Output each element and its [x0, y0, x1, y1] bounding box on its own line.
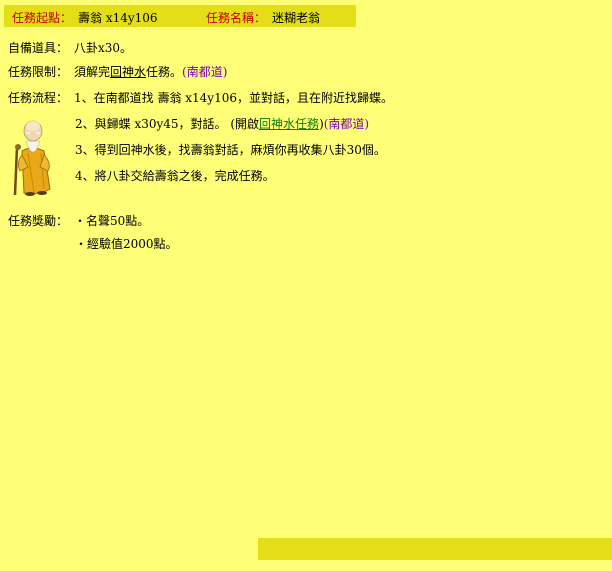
flow-row: 任務流程： 1、在南都道找 壽翁 x14y106，並對話，且在附近找歸蝶。	[8, 91, 393, 106]
flow-step-4: 4、將八卦交給壽翁之後，完成任務。	[75, 169, 275, 183]
quest-name-value: 迷糊老翁	[272, 11, 321, 25]
reward-item-fame: ・名聲50點。	[74, 214, 150, 228]
flow-step-2: 2、與歸蝶 x30y45，對話。 (開啟回神水任務)(南都道)	[75, 117, 369, 132]
prep-items-row: 自備道具： 八卦x30。	[8, 41, 132, 56]
restriction-suffix: 任務。	[146, 65, 183, 79]
restriction-row: 任務限制： 須解完回神水任務。(南都道)	[8, 65, 227, 80]
flow-step-3: 3、得到回神水後，找壽翁對話，麻煩你再收集八卦30個。	[75, 143, 386, 157]
elder-npc-image	[13, 120, 51, 196]
flow-step-1: 1、在南都道找 壽翁 x14y106，並對話，且在附近找歸蝶。	[74, 91, 393, 105]
flow-step-2-quest-link[interactable]: 回神水任務	[259, 117, 319, 131]
reward-item-exp: ・經驗值2000點。	[75, 237, 178, 251]
quest-start-value: 壽翁 x14y106	[78, 11, 158, 25]
quest-name-label: 任務名稱：	[206, 11, 267, 25]
quest-header-bar: 任務起點： 壽翁 x14y106 任務名稱： 迷糊老翁	[4, 5, 356, 27]
flow-step-2-text: 2、與歸蝶 x30y45，對話。 (開啟	[75, 117, 260, 131]
reward-label: 任務獎勵：	[8, 214, 69, 228]
reward-row: 任務獎勵： ・名聲50點。	[8, 214, 149, 229]
prep-items-label: 自備道具：	[8, 41, 69, 55]
flow-label: 任務流程：	[8, 91, 69, 105]
quest-start-label: 任務起點：	[12, 11, 73, 25]
flow-step-2-location: (南都道)	[323, 117, 370, 131]
prep-items-value: 八卦x30。	[74, 41, 133, 55]
elder-staff	[13, 146, 19, 196]
restriction-label: 任務限制：	[8, 65, 69, 79]
restriction-location: (南都道)	[182, 65, 228, 79]
restriction-prefix: 須解完	[74, 65, 111, 79]
restriction-quest-link[interactable]: 回神水	[110, 65, 146, 79]
footer-bar	[258, 538, 612, 560]
